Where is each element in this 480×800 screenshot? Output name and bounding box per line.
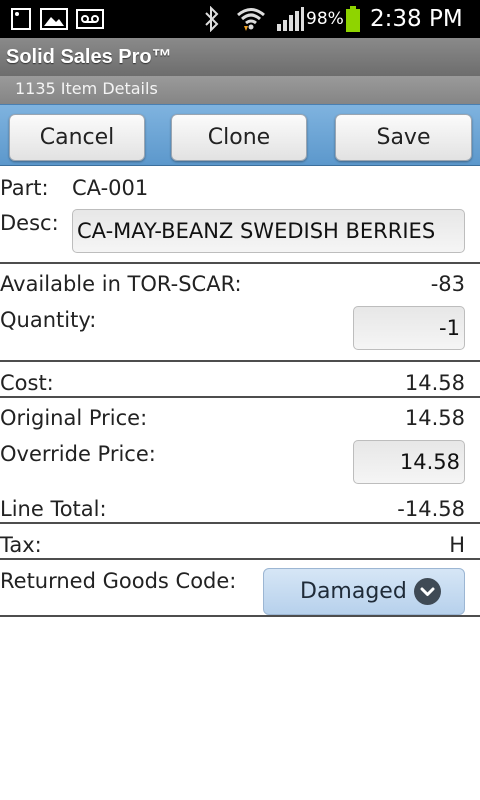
section-divider (0, 558, 480, 560)
desc-label: Desc: (0, 211, 59, 235)
override-price-field[interactable]: 14.58 (353, 440, 465, 484)
part-value: CA-001 (72, 176, 149, 200)
clock: 2:38 PM (370, 6, 463, 32)
section-divider (0, 396, 480, 398)
action-toolbar: Cancel Clone Save (0, 104, 480, 166)
section-divider (0, 262, 480, 264)
battery-percent: 98% (306, 9, 344, 29)
section-divider (0, 522, 480, 524)
returned-goods-label: Returned Goods Code: (0, 569, 237, 593)
bluetooth-icon (201, 0, 223, 38)
available-value: -83 (430, 272, 465, 296)
chevron-down-icon (414, 578, 441, 605)
save-button[interactable]: Save (335, 114, 472, 161)
cost-value: 14.58 (404, 371, 465, 395)
returned-goods-value: Damaged (300, 579, 407, 604)
page-subtitle: 1135 Item Details (0, 76, 480, 104)
signal-icon (275, 0, 305, 38)
app-title: Solid Sales Pro™ (0, 38, 480, 76)
status-bar: 98% 2:38 PM (0, 0, 480, 38)
quantity-label: Quantity: (0, 308, 97, 332)
wifi-icon (236, 0, 266, 38)
tax-value: H (449, 533, 465, 557)
original-price-label: Original Price: (0, 406, 148, 430)
section-divider (0, 360, 480, 362)
desc-field[interactable]: CA-MAY-BEANZ SWEDISH BERRIES (72, 209, 465, 253)
part-label: Part: (0, 176, 49, 200)
clone-button[interactable]: Clone (171, 114, 307, 161)
section-divider (0, 615, 480, 617)
override-price-label: Override Price: (0, 442, 156, 466)
voicemail-icon (76, 0, 104, 38)
battery-icon (343, 0, 363, 38)
image-icon (40, 0, 68, 38)
returned-goods-select[interactable]: Damaged (263, 568, 465, 615)
tax-label: Tax: (0, 533, 42, 557)
picture-icon (9, 0, 33, 38)
line-total-value: -14.58 (397, 497, 465, 521)
original-price-value: 14.58 (404, 406, 465, 430)
cancel-button[interactable]: Cancel (9, 114, 145, 161)
quantity-field[interactable]: -1 (353, 306, 465, 350)
cost-label: Cost: (0, 371, 54, 395)
line-total-label: Line Total: (0, 497, 107, 521)
available-label: Available in TOR-SCAR: (0, 272, 242, 296)
